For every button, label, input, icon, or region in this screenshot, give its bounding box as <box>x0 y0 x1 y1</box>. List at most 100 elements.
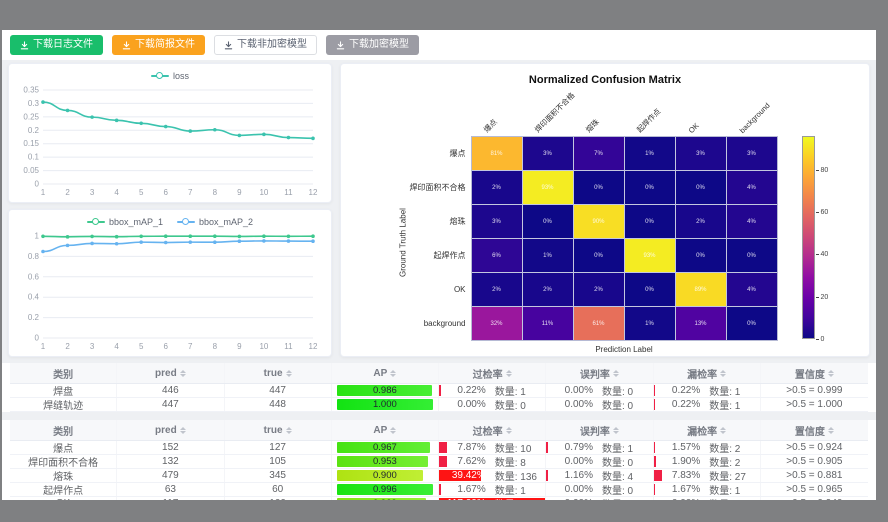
matrix-row-label: 爆点 <box>410 136 466 170</box>
column-header[interactable]: 漏检率 <box>654 363 761 383</box>
svg-text:7: 7 <box>188 188 193 197</box>
heatmap-cell: 0% <box>574 171 624 204</box>
matrix-row-label: 起焊作点 <box>410 238 466 272</box>
cell-pred: 479 <box>117 469 224 482</box>
metrics-tables: 类别predtrueAP过检率误判率漏检率置信度焊盘4464470.9860.2… <box>2 363 876 500</box>
column-header[interactable]: pred <box>117 363 224 383</box>
heatmap-cell: 0% <box>523 205 573 238</box>
column-header: 类别 <box>10 420 117 440</box>
heatmap-cell: 81% <box>472 137 522 170</box>
svg-text:5: 5 <box>139 188 144 197</box>
heatmap-cell: 3% <box>727 137 777 170</box>
legend-item[interactable]: bbox_mAP_2 <box>177 217 253 227</box>
svg-text:0: 0 <box>35 334 40 343</box>
svg-text:0.4: 0.4 <box>28 293 40 302</box>
table-row: 焊缝轨迹4474481.0000.00%数量: 00.00%数量: 00.22%… <box>10 398 868 412</box>
download-icon <box>336 41 345 50</box>
download-button-4[interactable]: 下载加密模型 <box>326 35 419 55</box>
column-header: 类别 <box>10 363 117 383</box>
matrix-column-label: 起焊作点 <box>634 106 663 135</box>
column-header[interactable]: true <box>225 363 332 383</box>
column-header[interactable]: 误判率 <box>546 420 653 440</box>
heatmap-cell: 32% <box>472 307 522 340</box>
table-row: OK1171000.929117.00%数量: 1170.00%数量: 00.0… <box>10 497 868 500</box>
cell-true: 447 <box>225 384 332 397</box>
svg-text:8: 8 <box>213 188 218 197</box>
matrix-column-label: 爆点 <box>481 117 499 135</box>
column-header[interactable]: pred <box>117 420 224 440</box>
cell-pred: 63 <box>117 483 224 496</box>
cell-confidence: >0.5 = 0.924 <box>761 441 868 454</box>
cell-rate: 1.67%数量: 1 <box>439 483 546 496</box>
confusion-matrix: Ground Truth Label 爆点焊印面积不合格熔珠起焊作点OKback… <box>345 86 865 354</box>
row-labels: 爆点焊印面积不合格熔珠起焊作点OKbackground <box>410 86 466 354</box>
map-chart: 10.80.60.40.20123456789101112 <box>13 230 325 354</box>
cell-pred: 117 <box>117 497 224 500</box>
table-row: 起焊作点63600.9961.67%数量: 10.00%数量: 01.67%数量… <box>10 483 868 497</box>
column-header[interactable]: 误判率 <box>546 363 653 383</box>
cell-rate: 0.22%数量: 1 <box>439 384 546 397</box>
sort-caret-icon <box>720 427 726 434</box>
heatmap-cell: 61% <box>574 307 624 340</box>
column-header[interactable]: 过检率 <box>439 420 546 440</box>
svg-text:4: 4 <box>114 188 119 197</box>
training-dashboard: 下载日志文件下载简报文件下载非加密模型下载加密模型 loss 0.350.30.… <box>2 30 876 500</box>
cell-true: 105 <box>225 455 332 468</box>
loss-chart: 0.350.30.250.20.150.10.05012345678910111… <box>13 84 325 200</box>
cell-confidence: >0.5 = 0.905 <box>761 455 868 468</box>
cell-true: 60 <box>225 483 332 496</box>
table-separator <box>2 412 876 420</box>
confusion-matrix-card: Normalized Confusion Matrix Ground Truth… <box>340 63 870 357</box>
heatmap-cell: 11% <box>523 307 573 340</box>
cell-rate: 0.00%数量: 0 <box>654 497 761 500</box>
colorbar-gradient <box>802 136 815 339</box>
column-header[interactable]: 漏检率 <box>654 420 761 440</box>
column-header[interactable]: AP <box>332 363 439 383</box>
column-header[interactable]: 置信度 <box>761 420 868 440</box>
column-header[interactable]: AP <box>332 420 439 440</box>
heatmap-cell: 4% <box>727 171 777 204</box>
svg-text:10: 10 <box>259 188 268 197</box>
cell-ap: 1.000 <box>332 398 439 411</box>
cell-rate: 1.67%数量: 1 <box>654 483 761 496</box>
sort-caret-icon <box>506 370 512 377</box>
column-header[interactable]: 过检率 <box>439 363 546 383</box>
sort-caret-icon <box>180 427 186 434</box>
download-button-2[interactable]: 下载简报文件 <box>112 35 205 55</box>
y-axis-title: Ground Truth Label <box>396 86 410 354</box>
heatmap-cell: 4% <box>727 273 777 306</box>
svg-text:0.05: 0.05 <box>23 166 39 175</box>
column-header[interactable]: true <box>225 420 332 440</box>
cell-rate: 0.22%数量: 1 <box>654 398 761 411</box>
svg-text:0: 0 <box>35 180 40 189</box>
svg-text:9: 9 <box>237 188 242 197</box>
legend-marker-icon <box>177 218 195 226</box>
legend-item[interactable]: loss <box>151 71 189 81</box>
download-button-3[interactable]: 下载非加密模型 <box>214 35 317 55</box>
metrics-table: 类别predtrueAP过检率误判率漏检率置信度爆点1521270.9677.8… <box>10 420 868 500</box>
heatmap-cell: 90% <box>574 205 624 238</box>
matrix-row-label: OK <box>410 272 466 306</box>
download-icon <box>20 41 29 50</box>
cell-pred: 132 <box>117 455 224 468</box>
cell-confidence: >0.5 = 0.999 <box>761 384 868 397</box>
cell-class: 焊盘 <box>10 384 117 397</box>
svg-text:12: 12 <box>309 342 318 351</box>
colorbar-tick: 40 <box>816 251 829 258</box>
cell-rate: 7.62%数量: 8 <box>439 455 546 468</box>
svg-text:7: 7 <box>188 342 193 351</box>
cell-rate: 7.83%数量: 27 <box>654 469 761 482</box>
column-header[interactable]: 置信度 <box>761 363 868 383</box>
cell-ap: 0.929 <box>332 497 439 500</box>
download-button-1[interactable]: 下载日志文件 <box>10 35 103 55</box>
heatmap-cell: 2% <box>574 273 624 306</box>
sort-caret-icon <box>828 427 834 434</box>
sort-caret-icon <box>613 370 619 377</box>
sort-caret-icon <box>286 427 292 434</box>
cell-rate: 39.42%数量: 136 <box>439 469 546 482</box>
colorbar-tick: 80 <box>816 167 829 174</box>
svg-text:0.25: 0.25 <box>23 112 39 121</box>
table-row: 焊盘4464470.9860.22%数量: 10.00%数量: 00.22%数量… <box>10 384 868 398</box>
legend-item[interactable]: bbox_mAP_1 <box>87 217 163 227</box>
cell-class: 焊印面积不合格 <box>10 455 117 468</box>
